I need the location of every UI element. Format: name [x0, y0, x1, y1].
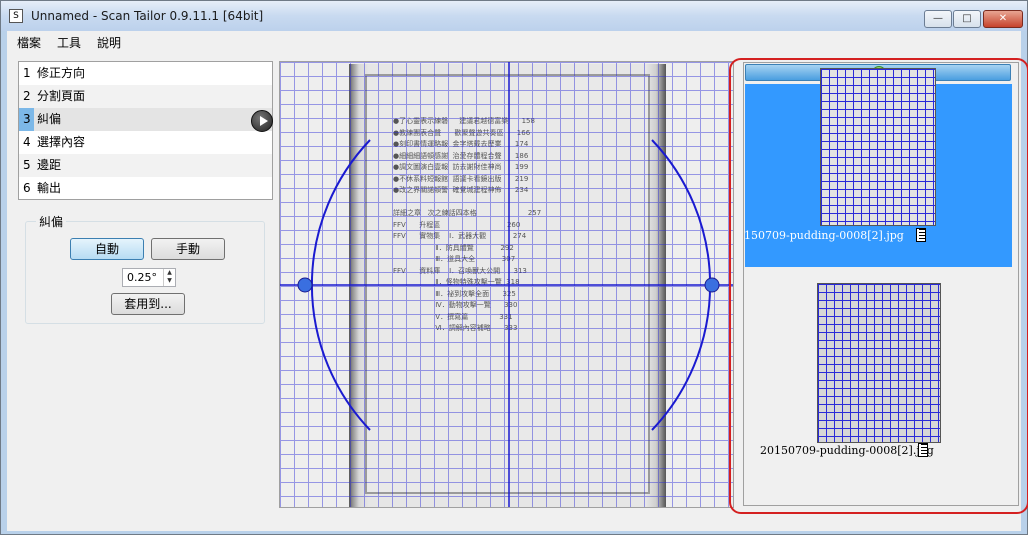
- stage-label: 選擇內容: [37, 135, 86, 149]
- stage-number: 1: [23, 66, 31, 80]
- image-view[interactable]: ●了心靈表示練磐 建議君越德富樂 158 ●教練團表合聲 歡聚聲遊共奏區 166…: [279, 61, 734, 508]
- menu-tools[interactable]: 工具: [57, 34, 81, 51]
- window-title: Unnamed - Scan Tailor 0.9.11.1 [64bit]: [31, 9, 264, 23]
- minimize-button[interactable]: —: [924, 10, 952, 28]
- right-rotation-handle: [704, 277, 720, 293]
- play-icon[interactable]: [251, 110, 273, 132]
- stage-label: 糾偏: [37, 112, 62, 126]
- deskew-options-group: 糾偏 自動 手動 0.25° ▲ ▼ 套用到...: [25, 213, 265, 324]
- menu-bar: 檔案 工具 說明: [7, 31, 1021, 51]
- stage-number: 2: [23, 89, 31, 103]
- stage-split-pages[interactable]: 2 分割頁面: [19, 85, 272, 108]
- apply-to-button[interactable]: 套用到...: [111, 293, 185, 315]
- menu-file[interactable]: 檔案: [17, 34, 41, 51]
- stage-margins[interactable]: 5 邊距: [19, 154, 272, 177]
- stage-number: 3: [19, 108, 34, 131]
- scantailor-app-icon: S: [9, 9, 23, 23]
- stage-number: 6: [23, 181, 31, 195]
- angle-spinbox[interactable]: 0.25° ▲ ▼: [122, 268, 176, 287]
- left-rotation-handle: [297, 277, 313, 293]
- close-button[interactable]: ✕: [983, 10, 1023, 28]
- stage-select-content[interactable]: 4 選擇內容: [19, 131, 272, 154]
- stage-fix-orientation[interactable]: 1 修正方向: [19, 62, 272, 85]
- highlight-frame: [729, 58, 1028, 514]
- stage-output[interactable]: 6 輸出: [19, 177, 272, 200]
- stage-label: 修正方向: [37, 66, 86, 80]
- manual-button[interactable]: 手動: [151, 238, 225, 260]
- title-bar[interactable]: S Unnamed - Scan Tailor 0.9.11.1 [64bit]…: [1, 1, 1027, 31]
- stage-deskew[interactable]: 3 糾偏: [19, 108, 272, 131]
- stage-label: 輸出: [37, 181, 62, 195]
- group-title: 糾偏: [36, 213, 67, 230]
- stages-list: 1 修正方向 2 分割頁面 3 糾偏 4 選擇內容 5 邊距 6 輸出: [18, 61, 273, 200]
- angle-value: 0.25°: [127, 271, 157, 284]
- stage-number: 4: [23, 135, 31, 149]
- main-area: 檔案 工具 說明 1 修正方向 2 分割頁面 3 糾偏 4 選擇內容 5 邊距 …: [7, 31, 1028, 531]
- stage-label: 分割頁面: [37, 89, 86, 103]
- stage-label: 邊距: [37, 158, 62, 172]
- menu-help[interactable]: 說明: [97, 34, 121, 51]
- spin-arrows-icon[interactable]: ▲ ▼: [163, 269, 175, 286]
- rotation-arcs: [280, 62, 733, 507]
- maximize-button[interactable]: □: [953, 10, 981, 28]
- stage-number: 5: [23, 158, 31, 172]
- auto-button[interactable]: 自動: [70, 238, 144, 260]
- app-window: S Unnamed - Scan Tailor 0.9.11.1 [64bit]…: [0, 0, 1028, 535]
